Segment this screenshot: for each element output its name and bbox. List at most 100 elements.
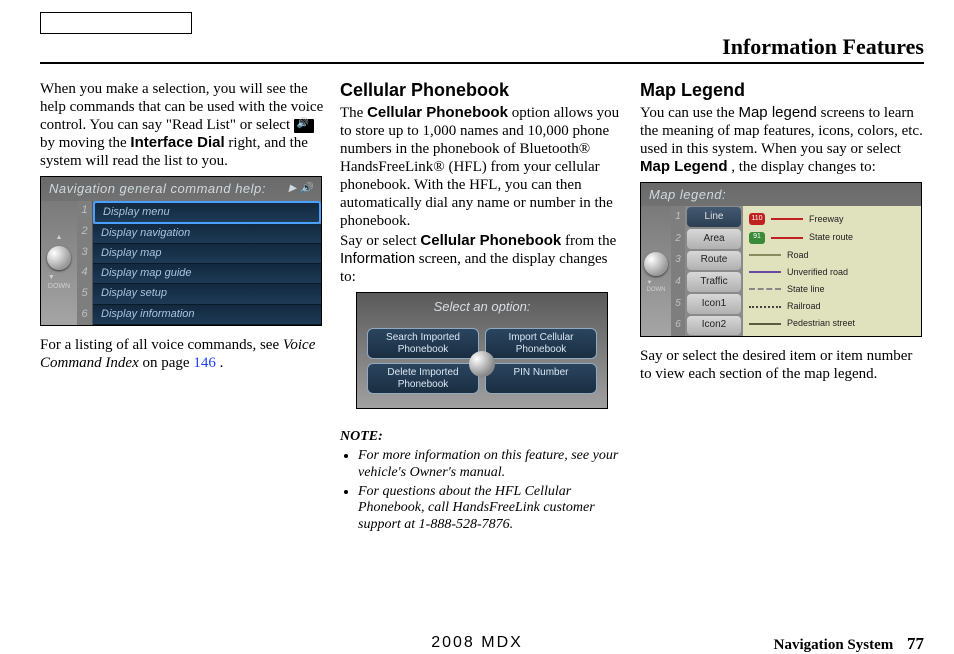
legend-line-0 <box>771 218 803 220</box>
col2-para2-a: Say or select <box>340 233 420 249</box>
nav-down-label: ▼DOWN <box>48 274 70 291</box>
legend-label-1: State route <box>809 232 853 243</box>
legend-row-3: Unverified road <box>749 267 915 278</box>
col3-para1: You can use the Map legend screens to le… <box>640 104 924 176</box>
map-legend-screenshot: Map legend: ▼DOWN 123456 Line Area Route… <box>640 182 922 338</box>
map-tab-line: Line <box>687 207 741 227</box>
map-legend-word: Map legend <box>738 104 816 121</box>
footer-right: Navigation System 77 <box>774 634 924 654</box>
col2-para2: Say or select Cellular Phonebook from th… <box>340 232 624 286</box>
opt-import-cellular: Import Cellular Phonebook <box>485 328 597 359</box>
map-tab-icon1: Icon1 <box>687 294 741 314</box>
note-list: For more information on this feature, se… <box>344 448 624 534</box>
nav-item-4: Display map guide <box>93 264 321 284</box>
column-2: Cellular Phonebook The Cellular Phoneboo… <box>340 80 624 592</box>
page-ref-146: 146 <box>193 355 216 371</box>
col1-para2: For a listing of all voice commands, see… <box>40 336 324 372</box>
map-tab-traffic: Traffic <box>687 272 741 292</box>
legend-label-3: Unverified road <box>787 267 848 278</box>
cellular-phonebook-bold: Cellular Phonebook <box>367 104 508 121</box>
note-item-1: For more information on this feature, se… <box>358 448 624 482</box>
option-grid: Search Imported Phonebook Import Cellula… <box>357 320 607 408</box>
header-rule <box>40 62 924 64</box>
col2-para1-b: option allows you to store up to 1,000 n… <box>340 105 619 229</box>
col1-para2-b: on page <box>142 355 193 371</box>
map-tab-area: Area <box>687 229 741 249</box>
legend-row-5: Railroad <box>749 301 915 312</box>
speaker-icon <box>294 119 314 133</box>
map-knob-column: ▼DOWN <box>641 206 671 336</box>
column-1: When you make a selection, you will see … <box>40 80 324 592</box>
note-title: NOTE: <box>340 429 624 446</box>
col2-para1-a: The <box>340 105 367 121</box>
note-item-2: For questions about the HFL Cellular Pho… <box>358 484 624 534</box>
col1-para1: When you make a selection, you will see … <box>40 80 324 170</box>
page-title: Information Features <box>722 34 924 60</box>
content-columns: When you make a selection, you will see … <box>40 80 924 592</box>
legend-row-4: State line <box>749 284 915 295</box>
map-down-label: ▼DOWN <box>647 280 666 294</box>
nav-item-5: Display setup <box>93 284 321 304</box>
map-legend-panel: 110 Freeway 91 State routeRoad Unverified ro… <box>743 206 921 336</box>
footer-center: 2008 MDX <box>431 634 523 652</box>
map-legend-title: Map legend: <box>649 187 726 203</box>
legend-shield-110: 110 <box>749 213 765 225</box>
legend-line-4 <box>749 288 781 290</box>
nav-help-title: Navigation general command help: <box>49 181 266 197</box>
map-number-column: 123456 <box>671 206 685 336</box>
legend-line-6 <box>749 323 781 325</box>
option-knob <box>469 351 495 377</box>
information-word: Information <box>340 250 415 267</box>
col1-para2-c: . <box>220 355 224 371</box>
legend-label-5: Railroad <box>787 301 821 312</box>
footer-page-number: 77 <box>907 634 924 653</box>
nav-help-body: ▲ ▼DOWN 123456 Display menu Display navi… <box>41 201 321 325</box>
legend-label-4: State line <box>787 284 825 295</box>
legend-label-0: Freeway <box>809 214 844 225</box>
interface-dial-label: Interface Dial <box>130 134 224 151</box>
col1-para1-b: by moving the <box>40 135 130 151</box>
col3-para2: Say or select the desired item or item n… <box>640 347 924 383</box>
map-tab-route: Route <box>687 251 741 271</box>
legend-row-1: 91 State route <box>749 232 915 244</box>
nav-item-2: Display navigation <box>93 224 321 244</box>
nav-item-1: Display menu <box>93 201 321 224</box>
legend-row-6: Pedestrian street <box>749 318 915 329</box>
legend-row-0: 110 Freeway <box>749 213 915 225</box>
col2-para2-b: from the <box>565 233 616 249</box>
map-legend-body: ▼DOWN 123456 Line Area Route Traffic Ico… <box>641 206 921 336</box>
col3-para1-c: , the display changes to: <box>731 159 876 175</box>
nav-up-label: ▲ <box>56 234 63 242</box>
opt-delete-imported: Delete Imported Phonebook <box>367 363 479 394</box>
col3-para1-a: You can use the <box>640 105 738 121</box>
cellular-phonebook-heading: Cellular Phonebook <box>340 80 624 102</box>
header-placeholder-box <box>40 12 192 34</box>
col1-para2-a: For a listing of all voice commands, see <box>40 337 283 353</box>
map-legend-heading: Map Legend <box>640 80 924 102</box>
nav-help-screenshot: Navigation general command help: ▶ 🔊 ▲ ▼… <box>40 176 322 326</box>
map-legend-title-bar: Map legend: <box>641 183 921 207</box>
legend-shield-91: 91 <box>749 232 765 244</box>
legend-label-6: Pedestrian street <box>787 318 855 329</box>
nav-help-title-bar: Navigation general command help: ▶ 🔊 <box>41 177 321 201</box>
map-tab-column: Line Area Route Traffic Icon1 Icon2 <box>685 206 743 336</box>
legend-line-3 <box>749 271 781 273</box>
map-tab-icon2: Icon2 <box>687 316 741 336</box>
legend-row-2: Road <box>749 250 915 261</box>
map-knob <box>644 252 668 276</box>
select-option-title: Select an option: <box>357 293 607 321</box>
note-block: NOTE: For more information on this featu… <box>340 429 624 534</box>
cellular-phonebook-bold2: Cellular Phonebook <box>420 232 561 249</box>
col2-para1: The Cellular Phonebook option allows you… <box>340 104 624 230</box>
legend-line-1 <box>771 237 803 239</box>
map-legend-bold: Map Legend <box>640 158 728 175</box>
column-3: Map Legend You can use the Map legend sc… <box>640 80 924 592</box>
opt-pin-number: PIN Number <box>485 363 597 394</box>
nav-number-column: 123456 <box>77 201 93 325</box>
legend-label-2: Road <box>787 250 809 261</box>
nav-item-3: Display map <box>93 244 321 264</box>
col1-para1-a: When you make a selection, you will see … <box>40 81 323 133</box>
opt-search-imported: Search Imported Phonebook <box>367 328 479 359</box>
footer-nav-label: Navigation System <box>774 637 894 653</box>
nav-knob <box>47 246 71 270</box>
